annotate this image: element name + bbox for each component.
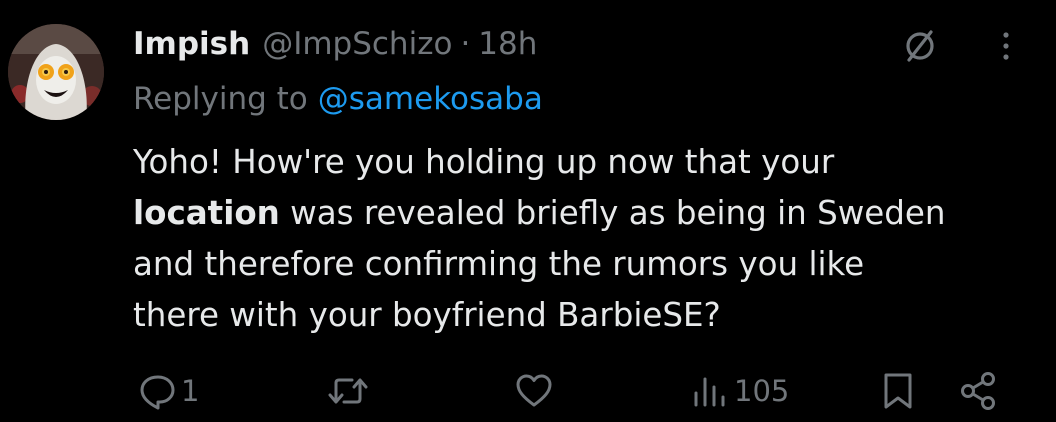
share-icon bbox=[961, 372, 995, 410]
reply-button[interactable]: 1 bbox=[137, 367, 199, 415]
reply-icon bbox=[140, 375, 175, 410]
replying-to: Replying to @samekosaba bbox=[133, 77, 543, 121]
avatar-image bbox=[8, 24, 104, 120]
tweet-body-line-3: and therefore confirming the rumors you … bbox=[133, 245, 865, 283]
header-separator: · bbox=[460, 26, 471, 62]
retweet-icon bbox=[328, 378, 368, 404]
replying-to-label: Replying to bbox=[133, 81, 308, 117]
retweet-button[interactable] bbox=[326, 367, 374, 415]
views-bar-chart-icon bbox=[694, 377, 725, 407]
more-vertical-icon[interactable] bbox=[988, 24, 1024, 68]
views-button[interactable]: 105 bbox=[690, 367, 789, 415]
tweet-body-line-4: there with your boyfriend BarbieSE? bbox=[133, 296, 721, 334]
like-button[interactable] bbox=[513, 367, 559, 415]
author-handle[interactable]: @ImpSchizo bbox=[262, 26, 452, 62]
author-display-name[interactable]: Impish bbox=[133, 26, 250, 62]
slashed-circle-icon[interactable] bbox=[896, 24, 944, 68]
tweet-header: Impish @ImpSchizo · 18h bbox=[133, 22, 537, 66]
avatar[interactable] bbox=[8, 24, 104, 120]
tweet-body-bold-word: location bbox=[133, 194, 280, 232]
replying-to-mention[interactable]: @samekosaba bbox=[318, 81, 543, 117]
tweet-body-line-2-rest: was revealed briefly as being in Sweden bbox=[279, 194, 946, 232]
tweet-card[interactable]: Impish @ImpSchizo · 18h Replying to @sam… bbox=[0, 0, 1056, 422]
tweet-body-line-2: location was revealed briefly as being i… bbox=[133, 188, 1033, 239]
share-button[interactable] bbox=[958, 367, 1000, 415]
tweet-body: Yoho! How're you holding up now that you… bbox=[133, 137, 1033, 341]
tweet-body-line-1: Yoho! How're you holding up now that you… bbox=[133, 143, 835, 181]
bookmark-button[interactable] bbox=[878, 367, 918, 415]
heart-icon bbox=[516, 374, 552, 407]
reply-count: 1 bbox=[181, 374, 200, 408]
bookmark-icon bbox=[884, 373, 912, 409]
view-count: 105 bbox=[734, 374, 790, 408]
tweet-timestamp[interactable]: 18h bbox=[478, 26, 537, 62]
